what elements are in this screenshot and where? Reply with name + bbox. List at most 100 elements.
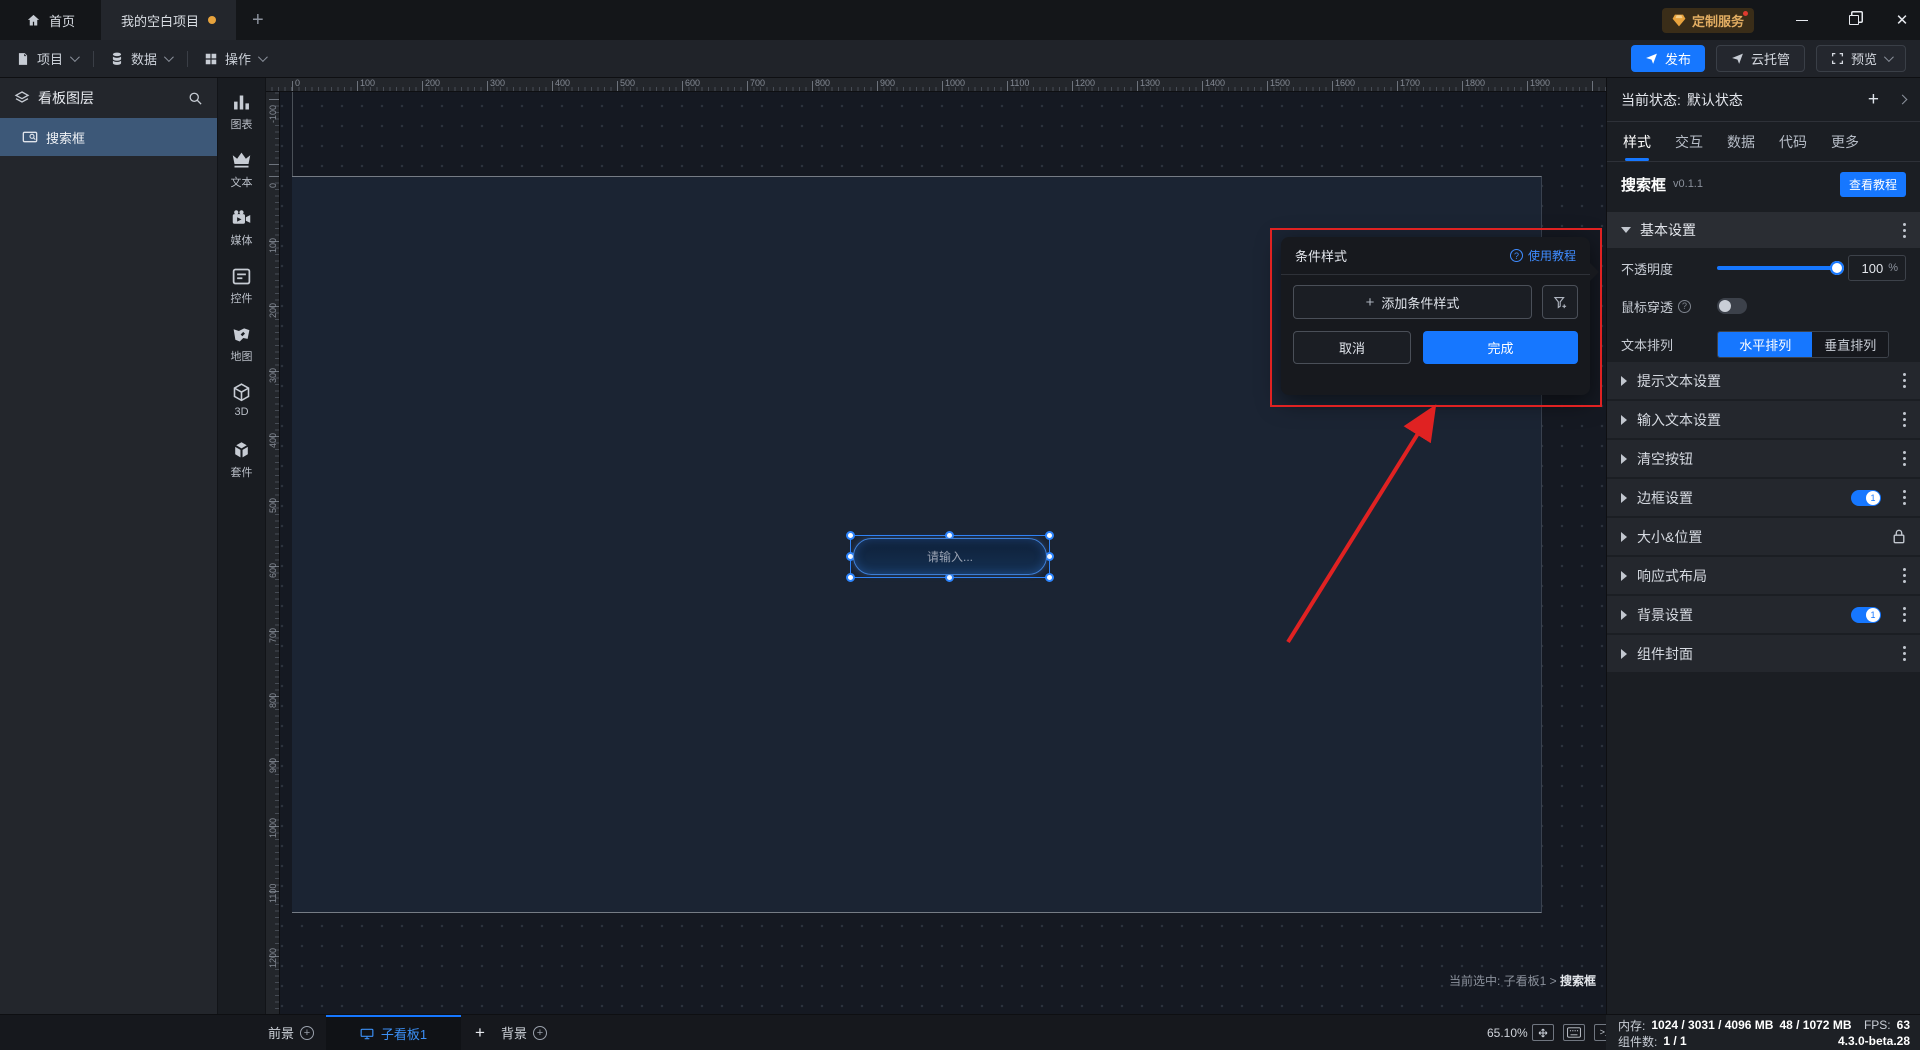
section-toggle-on[interactable] — [1851, 489, 1881, 506]
fit-screen-button[interactable] — [1532, 1024, 1554, 1041]
kebab-menu-icon[interactable] — [1903, 574, 1906, 577]
chevron-down-icon — [69, 52, 80, 63]
window-tabbar: 首页 我的空白项目 + 定制服务 ✕ — [0, 0, 1920, 40]
keyboard-shortcuts-button[interactable] — [1563, 1024, 1585, 1041]
dock-item-3D[interactable]: 3D — [218, 382, 266, 440]
inspector-tab-交互[interactable]: 交互 — [1675, 122, 1703, 161]
publish-button[interactable]: 发布 — [1630, 45, 1705, 72]
menu-project-label: 项目 — [37, 52, 64, 67]
dock-item-媒体[interactable]: 媒体 — [218, 208, 266, 266]
add-foreground-icon[interactable]: + — [300, 1025, 315, 1040]
add-state-button[interactable]: + — [1868, 89, 1879, 111]
project-tab[interactable]: 我的空白项目 — [101, 0, 237, 40]
menubar: 项目 数据 操作 发布 云托管 预览 — [0, 40, 1920, 78]
inspector-tab-数据[interactable]: 数据 — [1727, 122, 1755, 161]
basic-settings-label: 基本设置 — [1640, 222, 1696, 238]
home-tab-label: 首页 — [49, 13, 76, 29]
mouse-through-toggle[interactable] — [1717, 298, 1747, 314]
opacity-slider[interactable] — [1717, 261, 1844, 275]
dock-item-地图[interactable]: 地图 — [218, 324, 266, 382]
text-align-label: 文本排列 — [1621, 337, 1674, 353]
inspector-sections: 提示文本设置输入文本设置清空按钮边框设置大小&位置响应式布局背景设置组件封面 — [1607, 362, 1920, 672]
resize-handle-ne[interactable] — [1045, 531, 1054, 540]
add-board-button[interactable]: + — [475, 1023, 485, 1043]
layer-item-searchbox[interactable]: 搜索框 — [0, 118, 217, 156]
preview-button[interactable]: 预览 — [1815, 45, 1906, 72]
ruler-label: 700 — [268, 627, 278, 643]
align-vertical-option[interactable]: 垂直排列 — [1812, 331, 1888, 357]
expand-icon — [1621, 570, 1627, 581]
basic-settings-header[interactable]: 基本设置 — [1607, 212, 1920, 248]
kebab-menu-icon[interactable] — [1903, 457, 1906, 460]
section-响应式布局[interactable]: 响应式布局 — [1607, 557, 1920, 594]
section-清空按钮[interactable]: 清空按钮 — [1607, 440, 1920, 477]
kebab-menu-icon[interactable] — [1903, 418, 1906, 421]
resize-handle-sw[interactable] — [846, 573, 855, 582]
zoom-level[interactable]: 65.10% — [1487, 1026, 1528, 1040]
opacity-input[interactable]: 100% — [1848, 255, 1906, 281]
menu-actions[interactable]: 操作 — [188, 40, 281, 77]
section-label: 背景设置 — [1637, 606, 1693, 623]
menu-project[interactable]: 项目 — [0, 40, 93, 77]
home-tab[interactable]: 首页 — [0, 0, 101, 40]
slider-knob[interactable] — [1830, 261, 1844, 275]
horizontal-ruler: 0 100 200 300 400 500 600 700 800 900 1000 1100 1200… — [266, 78, 1606, 92]
kebab-menu-icon[interactable] — [1903, 496, 1906, 499]
section-边框设置[interactable]: 边框设置 — [1607, 479, 1920, 516]
inspector-tab-样式[interactable]: 样式 — [1623, 122, 1651, 161]
view-tutorial-button[interactable]: 查看教程 — [1839, 171, 1906, 197]
background-button[interactable]: 背景 + — [501, 1023, 547, 1042]
help-icon: ? — [1678, 299, 1692, 313]
text-align-segmented: 水平排列 垂直排列 — [1717, 330, 1889, 358]
new-tab-button[interactable]: + — [236, 0, 280, 40]
board-tab[interactable]: 子看板1 — [326, 1014, 462, 1050]
foreground-button[interactable]: 前景 + — [268, 1023, 315, 1042]
canvas[interactable]: 0 100 200 300 400 500 600 700 800 900 1000 1100 1200… — [266, 78, 1606, 1014]
close-button[interactable]: ✕ — [1892, 10, 1912, 30]
chevron-down-icon — [258, 52, 268, 63]
kebab-menu-icon[interactable] — [1903, 379, 1906, 382]
kebab-menu-icon[interactable] — [1903, 228, 1906, 232]
add-background-icon[interactable]: + — [532, 1025, 547, 1040]
dock-item-图表[interactable]: 图表 — [218, 92, 266, 150]
lock-icon[interactable] — [1892, 529, 1906, 544]
section-toggle-on[interactable] — [1851, 606, 1881, 623]
section-背景设置[interactable]: 背景设置 — [1607, 596, 1920, 633]
section-提示文本设置[interactable]: 提示文本设置 — [1607, 362, 1920, 399]
ruler-label: 800 — [268, 692, 278, 708]
searchbox-component[interactable]: 请输入... — [853, 538, 1047, 575]
section-大小&位置[interactable]: 大小&位置 — [1607, 518, 1920, 555]
state-value: 默认状态 — [1686, 91, 1743, 108]
minimize-button[interactable] — [1792, 10, 1812, 30]
resize-handle-nw[interactable] — [846, 531, 855, 540]
section-输入文本设置[interactable]: 输入文本设置 — [1607, 401, 1920, 438]
chevron-right-icon[interactable] — [1897, 94, 1908, 105]
dock-item-套件[interactable]: 套件 — [218, 440, 266, 498]
cloud-hosting-label: 云托管 — [1750, 52, 1790, 67]
align-horizontal-option[interactable]: 水平排列 — [1718, 331, 1813, 357]
resize-handle-se[interactable] — [1045, 573, 1054, 582]
annotation-rectangle — [1270, 228, 1602, 407]
kit-icon — [231, 440, 252, 461]
kebab-menu-icon[interactable] — [1903, 652, 1906, 655]
section-组件封面[interactable]: 组件封面 — [1607, 635, 1920, 672]
ruler-label: 1000 — [268, 817, 278, 838]
inspector-tab-代码[interactable]: 代码 — [1779, 122, 1807, 161]
dock-item-控件[interactable]: 控件 — [218, 266, 266, 324]
layer-item-label: 搜索框 — [46, 130, 86, 146]
restore-button[interactable] — [1844, 10, 1864, 30]
cloud-hosting-button[interactable]: 云托管 — [1715, 45, 1805, 72]
menu-data[interactable]: 数据 — [94, 40, 187, 77]
ruler-label: 100 — [268, 237, 278, 253]
fit-screen-icon — [1538, 1028, 1548, 1037]
custom-service-button[interactable]: 定制服务 — [1661, 8, 1754, 33]
inspector-tab-更多[interactable]: 更多 — [1831, 122, 1859, 161]
ruler-label: 900 — [880, 78, 896, 88]
search-icon[interactable] — [188, 91, 203, 106]
notification-dot-icon — [1743, 11, 1748, 16]
section-label: 输入文本设置 — [1637, 411, 1721, 428]
kebab-menu-icon[interactable] — [1903, 613, 1906, 616]
dock-item-文本[interactable]: 文本 — [218, 150, 266, 208]
ruler-label: 100 — [360, 78, 376, 88]
mouse-through-label: 鼠标穿透 ? — [1621, 297, 1717, 316]
